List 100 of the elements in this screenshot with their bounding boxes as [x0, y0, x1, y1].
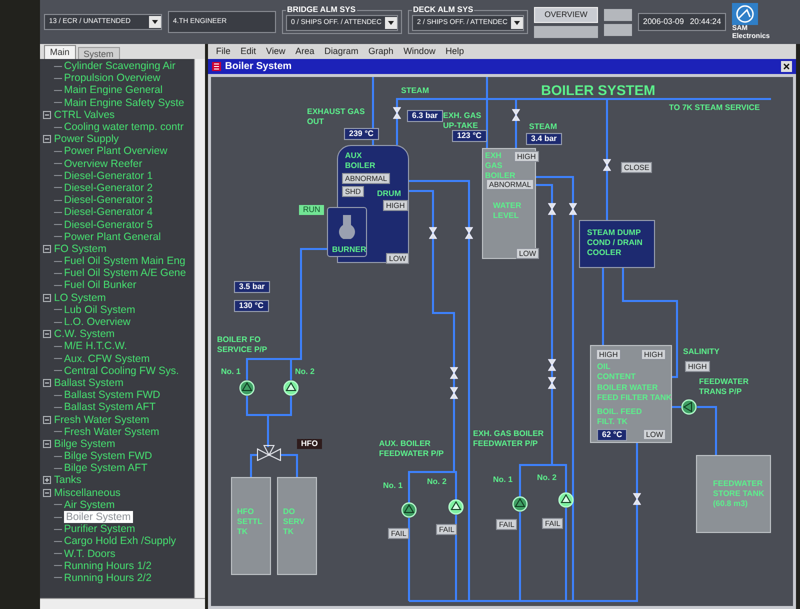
tree-item[interactable]: Main Engine Safety Syste — [64, 96, 184, 109]
tree-group[interactable]: CTRL Valves — [54, 108, 115, 121]
tree-item[interactable]: Diesel-Generator 2 — [64, 182, 153, 194]
tree-item[interactable]: Cooling water temp. contr — [64, 121, 184, 134]
menu-item[interactable]: Window — [403, 44, 436, 58]
menu-item[interactable]: Help — [445, 44, 464, 58]
diagram-label: DRUM — [377, 189, 401, 199]
group-label: DECK ALM SYS — [412, 5, 474, 15]
tree-item[interactable]: Fuel Oil System Main Eng — [64, 255, 186, 268]
tree-item[interactable]: Fuel Oil System A/E Gene — [64, 267, 186, 280]
diagram-label: BOILER WATER FEED FILTER TANK — [597, 383, 672, 403]
tree-item[interactable]: Cargo Hold Exh /Supply — [64, 535, 176, 548]
tree-item[interactable]: Diesel-Generator 1 — [64, 170, 153, 182]
tree-item[interactable]: Purifier System — [64, 523, 136, 536]
diagram-label: BOIL. FEED FILT. TK — [597, 407, 642, 427]
value-display: 3.5 bar — [234, 281, 270, 293]
diagram-label: SALINITY — [683, 347, 720, 357]
tree-group[interactable]: Ballast System — [54, 376, 124, 389]
tree-item[interactable]: Power Plant Overview — [64, 145, 168, 158]
tree-group[interactable]: Bilge System — [54, 438, 116, 450]
tree-item[interactable]: Lub Oil System — [64, 304, 136, 316]
diagram-label: No. 1 — [493, 475, 513, 485]
tree-item[interactable]: M/E H.T.C.W. — [64, 340, 127, 352]
tree-item[interactable]: Running Hours 1/2 — [64, 560, 152, 572]
menu-item[interactable]: View — [266, 44, 286, 58]
diagram-label: DO SERV TK — [283, 507, 305, 537]
tree-item[interactable]: Ballast System FWD — [64, 389, 160, 402]
sidebar-tab[interactable]: Main — [44, 45, 76, 59]
tree-item[interactable]: Ballast System AFT — [64, 401, 156, 414]
scrollbar[interactable] — [194, 59, 205, 598]
overview-button[interactable]: OVERVIEW — [534, 6, 598, 22]
collapse-toggle-icon[interactable] — [43, 294, 51, 302]
tree-item[interactable]: Air System — [64, 498, 115, 511]
tree-item[interactable]: Bilge System FWD — [64, 450, 152, 462]
tree-group[interactable]: FO System — [54, 242, 107, 255]
collapse-toggle-icon[interactable] — [43, 244, 51, 253]
collapse-toggle-icon[interactable] — [43, 330, 51, 338]
tree-item[interactable]: Diesel-Generator 5 — [64, 218, 153, 231]
valve-icon — [450, 387, 458, 399]
tree-item[interactable]: Propulsion Overview — [64, 72, 160, 84]
collapse-toggle-icon[interactable] — [43, 110, 51, 119]
collapse-toggle-icon[interactable] — [43, 135, 51, 144]
valve-icon — [512, 109, 520, 121]
scrollbar[interactable] — [40, 598, 205, 609]
diagram-label: EXH GAS BOILER — [485, 151, 516, 181]
valve-icon — [603, 159, 611, 171]
tree-item[interactable]: Main Engine General — [64, 84, 163, 96]
valve-icon — [569, 203, 577, 215]
diagram-label: FEEDWATER TRANS P/P — [699, 377, 749, 397]
tree-group[interactable]: Miscellaneous — [54, 486, 121, 499]
menu-item[interactable]: Area — [295, 44, 314, 58]
diagram-icon — [212, 62, 221, 71]
tree-item[interactable]: Fuel Oil Bunker — [64, 279, 136, 292]
tree-item[interactable]: Aux. CFW System — [64, 352, 150, 365]
tree-item[interactable]: W.T. Doors — [64, 548, 116, 560]
diagram-label: No. 2 — [295, 367, 315, 377]
tree-group[interactable]: Fresh Water System — [54, 414, 150, 426]
diagram-label: EXH. GAS BOILER FEEDWATER P/P — [473, 429, 544, 449]
menu-item[interactable]: File — [216, 44, 231, 58]
valve-icon — [548, 203, 556, 215]
diagram-label: AUX. BOILER FEEDWATER P/P — [379, 439, 444, 459]
tree-group[interactable]: Tanks — [54, 474, 82, 486]
diagram-title: BOILER SYSTEM — [541, 81, 656, 100]
collapse-toggle-icon[interactable] — [43, 378, 51, 387]
tree-item[interactable]: Power Plant General — [64, 230, 161, 243]
diagram-label: BURNER — [332, 245, 366, 255]
fuel-tag: HFO — [297, 439, 322, 449]
diagram-label: EXH. GAS UP-TAKE — [443, 111, 482, 131]
tree-item[interactable]: Diesel-Generator 4 — [64, 206, 153, 218]
menu-item[interactable]: Edit — [240, 44, 256, 58]
valve-icon — [393, 107, 401, 119]
empty-field — [604, 8, 632, 20]
tree-item[interactable]: Central Cooling FW Sys. — [64, 364, 179, 377]
tree-item[interactable]: Fresh Water System — [64, 426, 160, 438]
tree-item[interactable]: Overview Reefer — [64, 158, 142, 170]
collapse-toggle-icon[interactable] — [43, 488, 51, 497]
sidebar-tab[interactable]: System — [78, 47, 120, 59]
tree-item[interactable]: Boiler System — [64, 511, 133, 524]
expand-toggle-icon[interactable] — [43, 476, 51, 484]
diagram-label: HFO SETTL TK — [237, 507, 262, 537]
menu-item[interactable]: Graph — [368, 44, 394, 58]
tree-group[interactable]: LO System — [54, 292, 106, 304]
close-button[interactable] — [781, 61, 792, 72]
diagram-label: No. 1 — [221, 367, 241, 377]
tree-item[interactable]: Running Hours 2/2 — [64, 572, 152, 584]
tree-item[interactable]: Cylinder Scavenging Air — [64, 60, 176, 72]
tree-item[interactable]: Bilge System AFT — [64, 462, 148, 474]
three-way-valve-icon — [257, 445, 281, 461]
tree-group[interactable]: Power Supply — [54, 133, 119, 146]
collapse-toggle-icon[interactable] — [43, 440, 51, 448]
valve-icon — [633, 493, 641, 505]
tree-item[interactable]: Diesel-Generator 3 — [64, 194, 153, 206]
diagram-label: OIL CONTENT — [597, 362, 636, 382]
menu-item[interactable]: Diagram — [324, 44, 358, 58]
tree-group[interactable]: C.W. System — [54, 328, 115, 340]
value-display: 62 °C — [597, 429, 628, 441]
tree-item[interactable]: L.O. Overview — [64, 316, 131, 328]
collapse-toggle-icon[interactable] — [43, 416, 51, 424]
valve-icon — [548, 377, 556, 389]
diagram-label: STEAM — [401, 86, 429, 96]
